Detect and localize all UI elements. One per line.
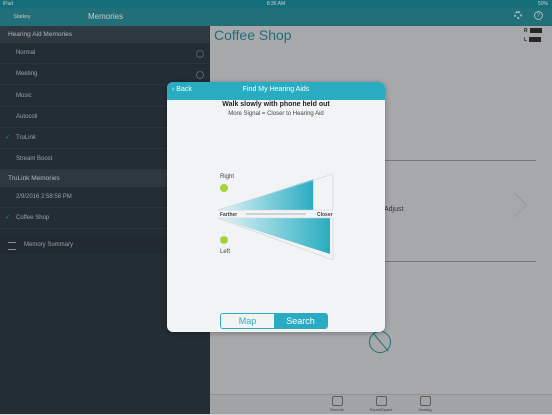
dialog-title: Find My Hearing Aids — [242, 86, 310, 93]
dialog-header: ‹ Back Find My Hearing Aids — [167, 82, 385, 100]
signal-strength-graphic — [218, 173, 334, 261]
left-signal-wedge — [218, 218, 330, 254]
map-search-segmented-control[interactable]: Map Search — [220, 313, 328, 329]
hint-text: More Signal = Closer to Hearing Aid — [228, 111, 324, 117]
segment-map[interactable]: Map — [221, 314, 274, 328]
instruction-text: Walk slowly with phone held out — [222, 101, 330, 108]
bluetooth-left-icon — [220, 236, 228, 244]
segment-search[interactable]: Search — [274, 314, 327, 328]
bluetooth-right-icon — [220, 184, 228, 192]
